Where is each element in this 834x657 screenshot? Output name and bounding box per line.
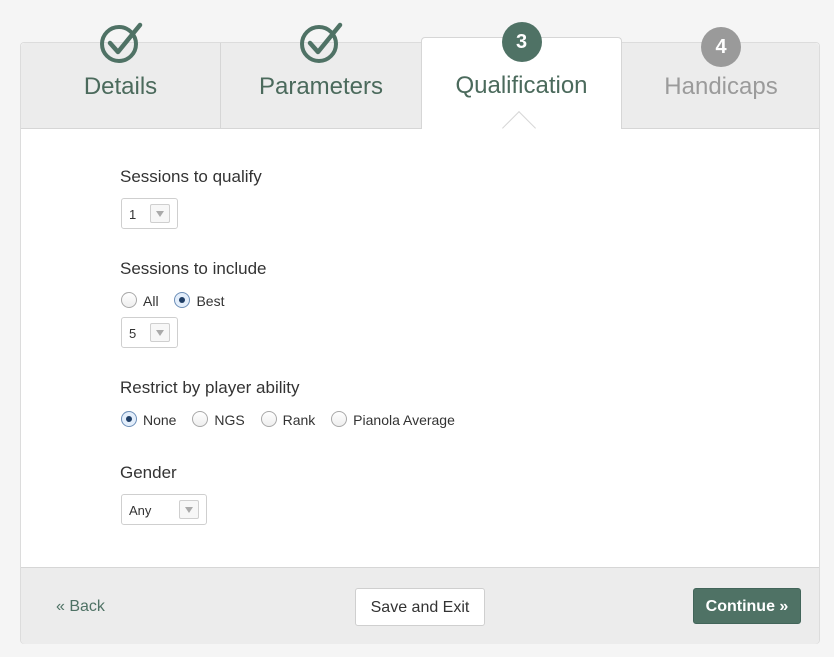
radio-circle-icon (192, 411, 209, 427)
radio-circle-icon (331, 411, 348, 427)
tab-label: Handicaps (664, 73, 778, 100)
gender-select[interactable]: Any (121, 494, 207, 525)
sessions-to-qualify-select[interactable]: 1 (121, 198, 178, 229)
wizard-card: Details Parameters 3 Qualification 4 Han… (20, 22, 821, 644)
wizard-steps: Details Parameters 3 Qualification 4 Han… (21, 22, 821, 129)
back-link[interactable]: « Back (56, 598, 105, 616)
radio-label: None (143, 412, 177, 428)
wizard-footer: « Back Save and Exit Continue » (21, 567, 819, 644)
tab-handicaps[interactable]: 4 Handicaps (621, 27, 821, 128)
radio-all[interactable]: All (121, 292, 159, 310)
radio-best[interactable]: Best (174, 292, 224, 310)
step-number-badge: 3 (501, 22, 546, 66)
check-circle-icon (99, 21, 143, 65)
select-value: 5 (129, 326, 137, 341)
radio-circle-icon (260, 411, 277, 427)
radio-label: All (143, 293, 159, 309)
chevron-down-icon (150, 204, 170, 223)
tab-details[interactable]: Details (21, 22, 221, 128)
check-circle-icon (299, 21, 343, 65)
radio-circle-icon (121, 292, 137, 308)
radio-ngs[interactable]: NGS (192, 411, 245, 429)
radio-label: Rank (282, 412, 316, 428)
save-and-exit-button[interactable]: Save and Exit (355, 588, 485, 626)
select-value: 1 (129, 207, 137, 222)
best-count-select[interactable]: 5 (121, 317, 178, 348)
restrict-ability-radios: None NGS Rank Pianola Average (121, 411, 467, 429)
tab-label: Parameters (258, 73, 384, 100)
radio-circle-icon (121, 411, 137, 427)
radio-none[interactable]: None (121, 411, 176, 429)
tab-label: Details (83, 73, 158, 100)
select-value: Any (129, 503, 152, 518)
sessions-to-qualify-label: Sessions to qualify (120, 167, 262, 186)
continue-button[interactable]: Continue » (693, 588, 801, 624)
sessions-to-include-radios: All Best (121, 292, 236, 310)
radio-circle-icon (174, 292, 191, 308)
gender-label: Gender (120, 463, 177, 482)
radio-label: Pianola Average (353, 412, 455, 428)
radio-label: NGS (214, 412, 245, 428)
radio-rank[interactable]: Rank (260, 411, 316, 429)
restrict-ability-label: Restrict by player ability (120, 378, 300, 397)
chevron-down-icon (150, 323, 170, 342)
radio-label: Best (196, 293, 225, 309)
radio-pianola-average[interactable]: Pianola Average (331, 411, 455, 429)
sessions-to-include-label: Sessions to include (120, 259, 267, 278)
step-number-badge: 4 (701, 27, 745, 71)
tab-parameters[interactable]: Parameters (221, 22, 421, 128)
chevron-down-icon (179, 500, 199, 519)
tab-label: Qualification (455, 72, 588, 99)
